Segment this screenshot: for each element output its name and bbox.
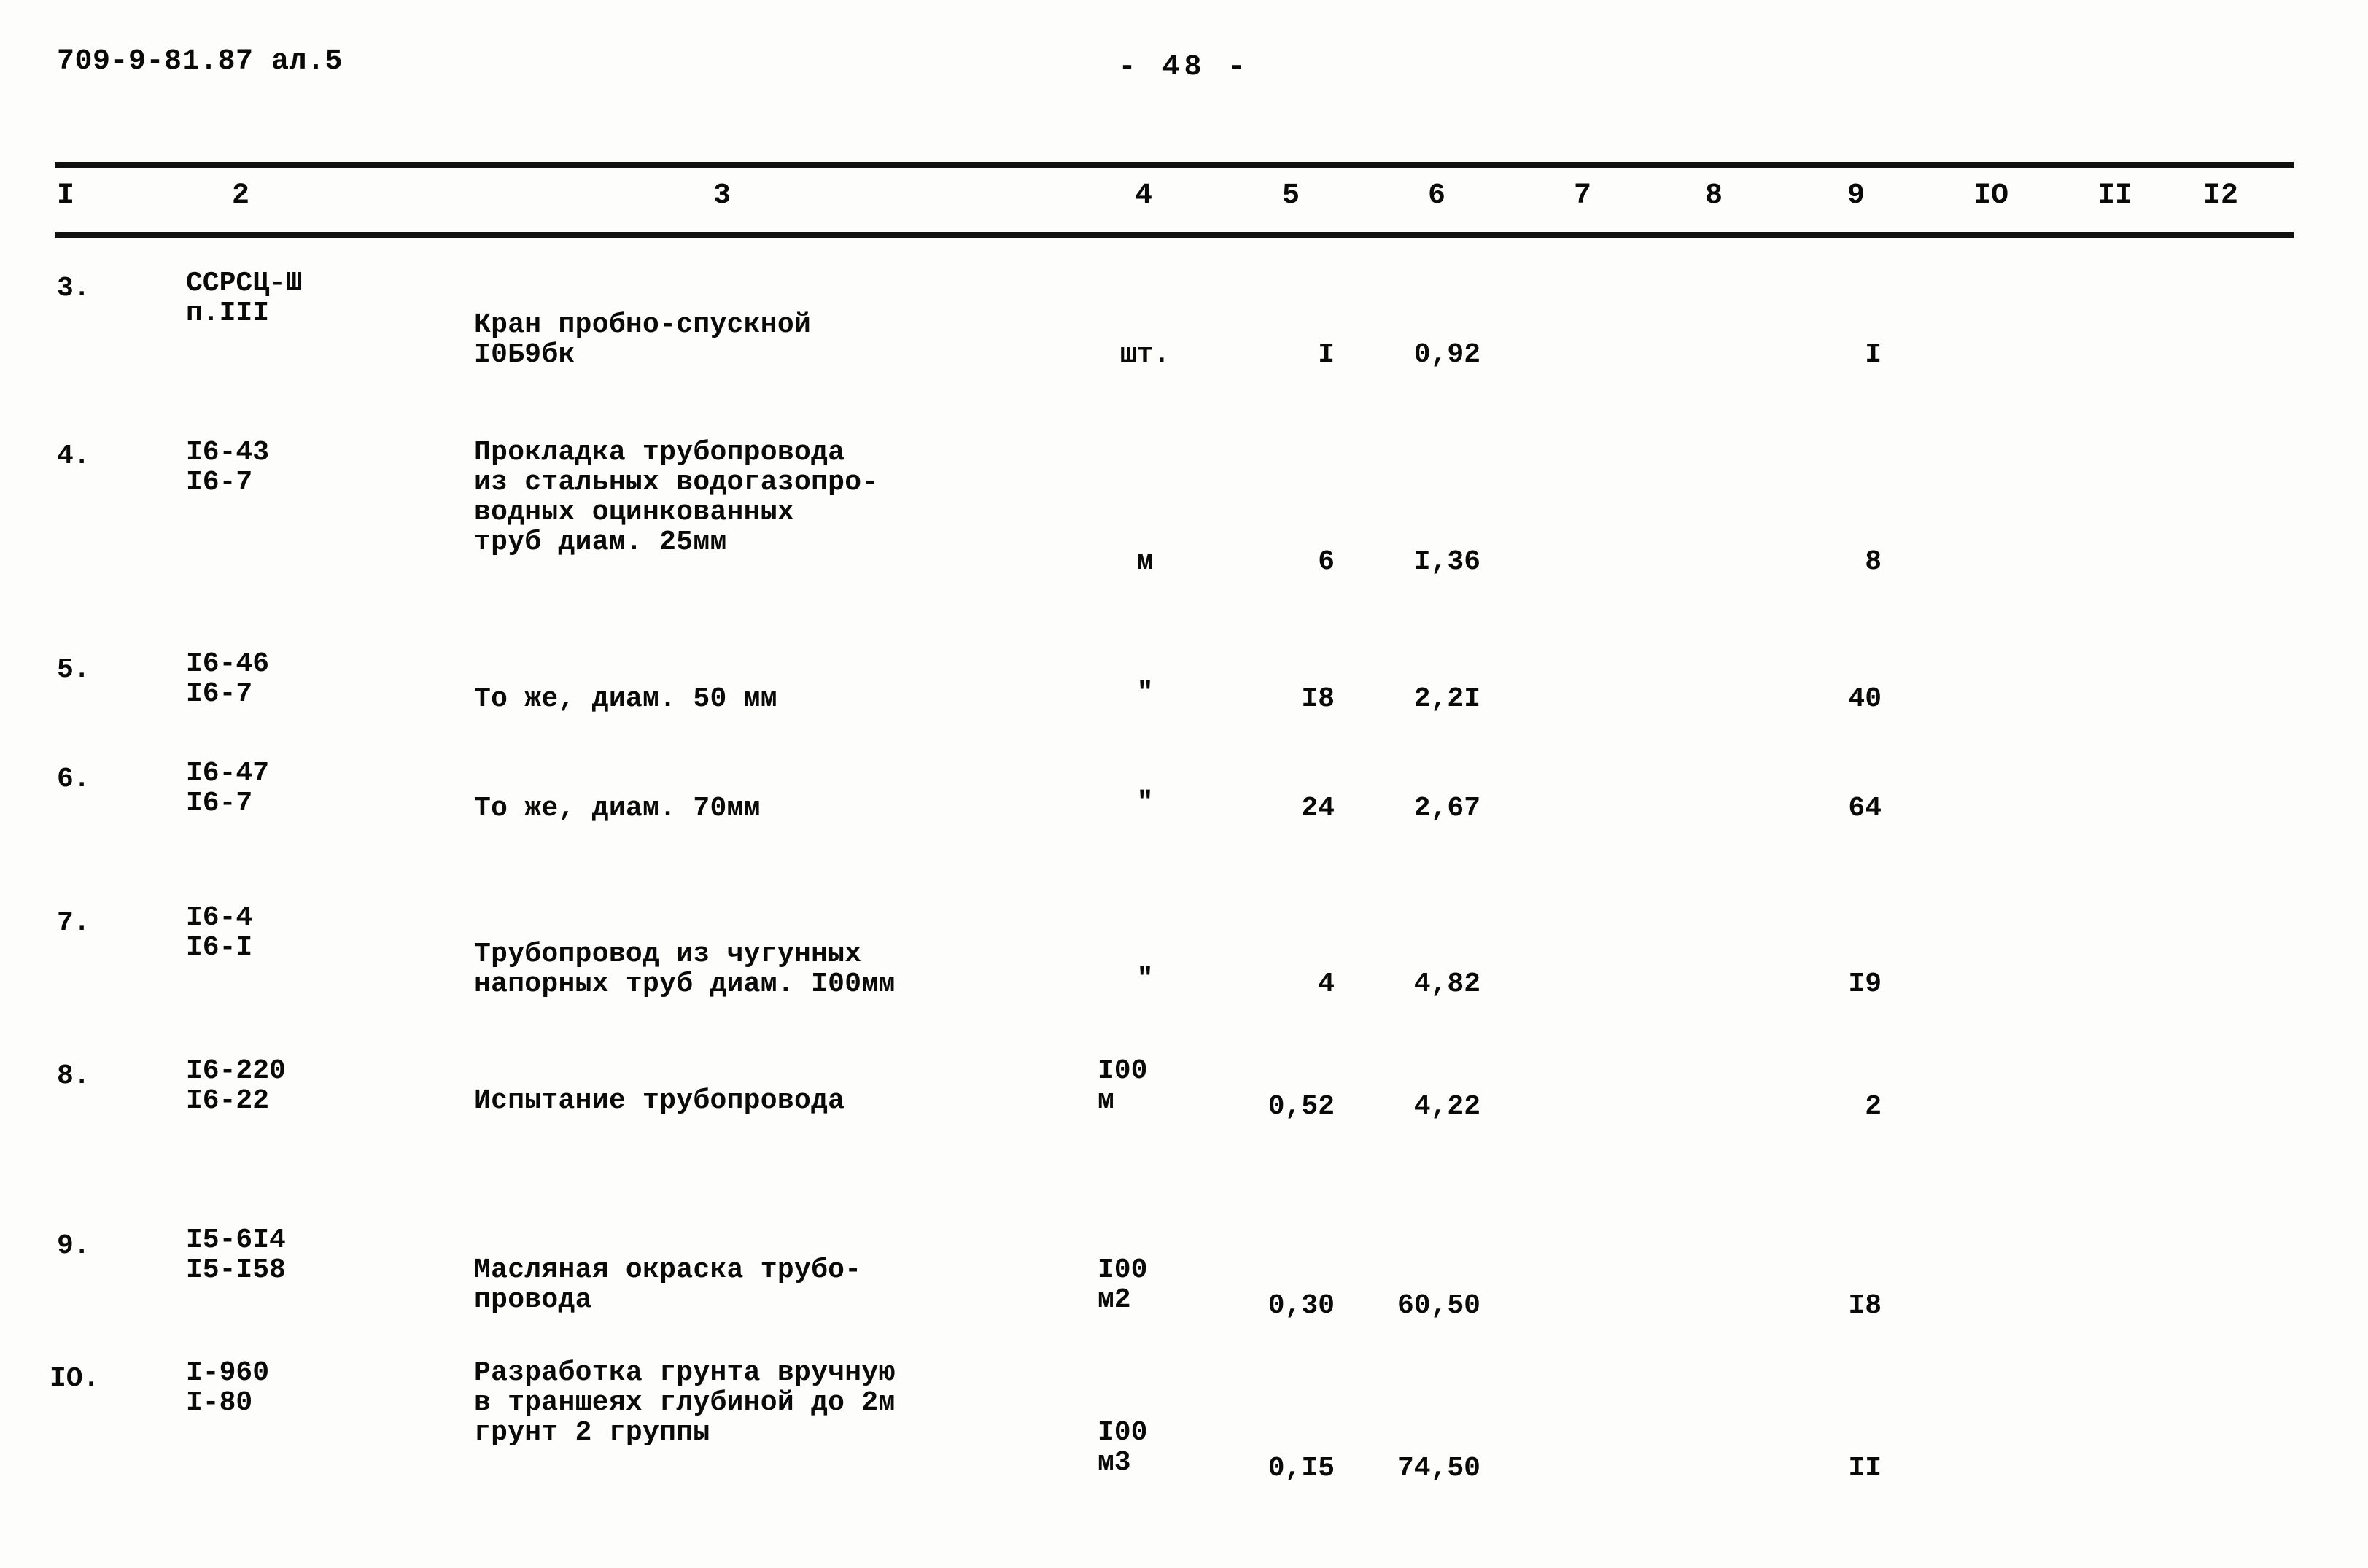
row-number: 8. — [57, 1060, 90, 1092]
row-unit-line-2: м3 — [1098, 1447, 1131, 1478]
row-code-line-2: I-80 — [186, 1387, 253, 1418]
row-name-line-2: провода — [474, 1284, 592, 1316]
row-name-line-1: Прокладка трубопровода — [474, 437, 845, 468]
row-name-line-2: I0Б9бк — [474, 339, 575, 370]
row-name-line-4: труб диам. 25мм — [474, 527, 727, 558]
row-unit-line-1: I00 — [1098, 1417, 1148, 1448]
row-code-line-1: I6-43 — [186, 437, 270, 468]
row-name-line-1: То же, диам. 50 мм — [474, 683, 777, 715]
row-code-line-2: I6-7 — [186, 788, 253, 819]
row-unit-line-1: " — [1136, 678, 1154, 709]
column-header-7: 7 — [1573, 179, 1591, 212]
row-code-line-1: ССРСЦ-Ш — [186, 268, 303, 299]
row-total: 2 — [1865, 1091, 1882, 1122]
row-name-line-3: водных оцинкованных — [474, 497, 794, 528]
row-unit-price: 0,92 — [1413, 339, 1480, 370]
row-code-line-2: I6-22 — [186, 1085, 270, 1117]
row-quantity: I8 — [1301, 683, 1335, 715]
column-header-4: 4 — [1134, 179, 1152, 212]
row-number: 6. — [57, 764, 90, 795]
row-name-line-1: Масляная окраска трубо- — [474, 1254, 862, 1286]
row-unit-line-1: м — [1136, 546, 1154, 578]
row-code-line-1: I6-47 — [186, 758, 270, 789]
row-unit-price: 2,67 — [1413, 793, 1480, 824]
row-name-line-2: напорных труб диам. I00мм — [474, 969, 896, 1000]
table-header-bottom-rule — [55, 232, 2294, 238]
row-total: I — [1865, 339, 1882, 370]
row-name-line-1: Трубопровод из чугунных — [474, 939, 862, 970]
row-unit-line-2: м2 — [1098, 1284, 1131, 1316]
row-name-line-1: То же, диам. 70мм — [474, 793, 761, 824]
row-quantity: 4 — [1318, 969, 1335, 1000]
row-unit-line-1: I00 — [1098, 1055, 1148, 1087]
row-name-line-1: Разработка грунта вручную — [474, 1357, 896, 1389]
row-quantity: 6 — [1318, 546, 1335, 578]
row-unit-line-1: шт. — [1119, 339, 1171, 370]
column-header-5: 5 — [1281, 179, 1300, 212]
row-name-line-1: Кран пробно-спускной — [474, 309, 812, 341]
row-unit-price: 74,50 — [1397, 1453, 1480, 1484]
row-unit-price: 2,2I — [1413, 683, 1480, 715]
row-number: 4. — [57, 440, 90, 472]
row-code-line-1: I6-4 — [186, 902, 253, 934]
row-quantity: I — [1318, 339, 1335, 370]
row-code-line-2: I6-7 — [186, 467, 253, 498]
column-header-2: 2 — [231, 179, 249, 212]
column-header-11: II — [2097, 179, 2132, 212]
column-header-3: 3 — [713, 179, 731, 212]
page-number: - 48 - — [1118, 51, 1250, 84]
row-code-line-1: I6-220 — [186, 1055, 286, 1087]
row-total: 64 — [1848, 793, 1882, 824]
row-name-line-2: в траншеях глубиной до 2м — [474, 1387, 896, 1418]
column-header-6: 6 — [1427, 179, 1445, 212]
row-number: 3. — [57, 273, 90, 304]
row-total: I9 — [1848, 969, 1882, 1000]
column-header-9: 9 — [1847, 179, 1865, 212]
row-unit-price: 4,82 — [1413, 969, 1480, 1000]
row-code-line-2: I6-I — [186, 932, 253, 963]
row-unit-price: 4,22 — [1413, 1091, 1480, 1122]
column-header-1: I — [56, 179, 74, 212]
row-unit-line-1: " — [1136, 787, 1154, 818]
row-total: 40 — [1848, 683, 1882, 715]
row-quantity: 24 — [1301, 793, 1335, 824]
row-code-line-2: I6-7 — [186, 678, 253, 710]
row-code-line-1: I5-6I4 — [186, 1224, 286, 1256]
row-name-line-3: грунт 2 группы — [474, 1417, 710, 1448]
row-number: 7. — [57, 907, 90, 939]
row-number: 5. — [57, 654, 90, 686]
row-code-line-1: I6-46 — [186, 648, 270, 680]
row-quantity: 0,52 — [1268, 1091, 1335, 1122]
row-code-line-2: п.III — [186, 298, 270, 329]
row-total: II — [1848, 1453, 1882, 1484]
row-name-line-2: из стальных водогазопро- — [474, 467, 879, 498]
row-total: I8 — [1848, 1290, 1882, 1321]
row-quantity: 0,30 — [1268, 1290, 1335, 1321]
row-code-line-2: I5-I58 — [186, 1254, 286, 1286]
row-unit-line-2: м — [1098, 1085, 1114, 1117]
column-header-8: 8 — [1704, 179, 1723, 212]
column-header-10: IO — [1973, 179, 2008, 212]
row-unit-price: I,36 — [1413, 546, 1480, 578]
row-unit-line-1: " — [1136, 963, 1154, 995]
row-total: 8 — [1865, 546, 1882, 578]
row-name-line-1: Испытание трубопровода — [474, 1085, 845, 1117]
table-top-rule — [55, 162, 2294, 168]
row-number: IO. — [50, 1363, 100, 1394]
document-page: 709-9-81.87 ал.5 - 48 - I 2 3 4 5 6 7 8 … — [0, 0, 2368, 1568]
row-code-line-1: I-960 — [186, 1357, 270, 1389]
row-number: 9. — [57, 1230, 90, 1262]
row-unit-line-1: I00 — [1098, 1254, 1148, 1286]
row-quantity: 0,I5 — [1268, 1453, 1335, 1484]
row-unit-price: 60,50 — [1397, 1290, 1480, 1321]
column-header-12: I2 — [2202, 179, 2238, 212]
